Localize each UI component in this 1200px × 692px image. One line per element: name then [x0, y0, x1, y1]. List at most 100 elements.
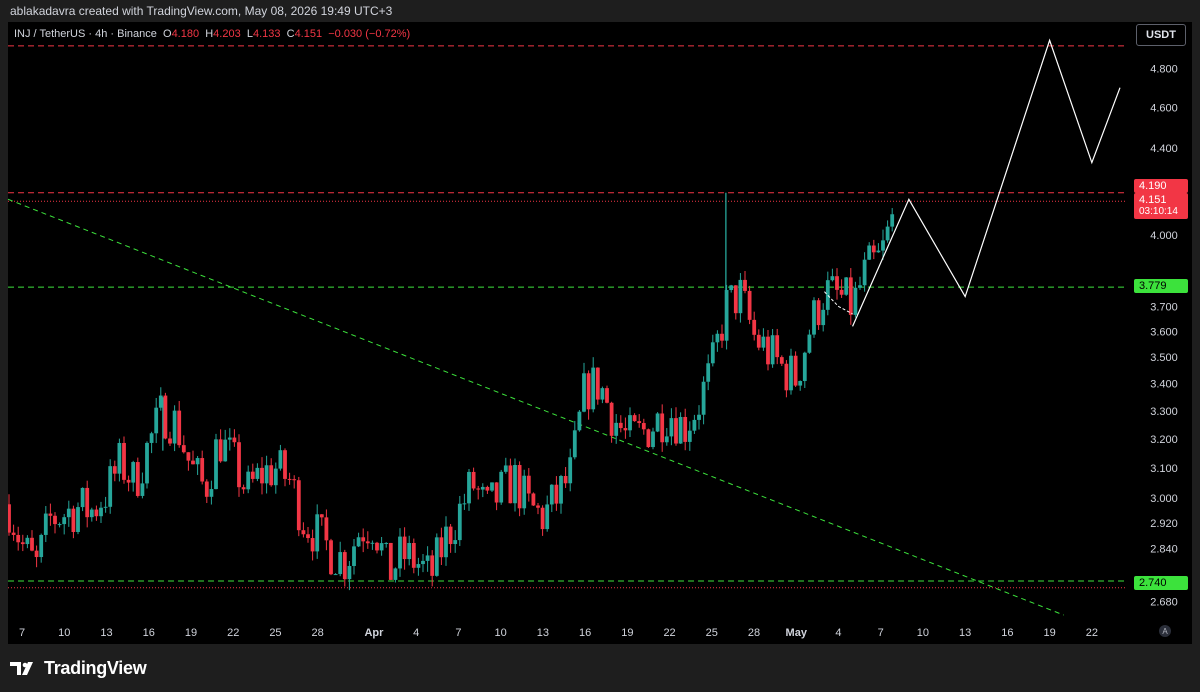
price-axis-label-14: 2.680: [1150, 596, 1178, 608]
candle-body-82: [384, 542, 389, 544]
time-axis-label-6: 25: [269, 627, 281, 639]
candle-body-78: [365, 541, 370, 544]
candle-body-173: [802, 352, 807, 382]
candle-body-85: [398, 536, 402, 569]
candle-body-115: [536, 505, 540, 508]
time-axis-label-15: 22: [663, 627, 675, 639]
candle-body-77: [361, 537, 366, 542]
candle-body-74: [347, 565, 352, 580]
time-axis-label-10: 7: [455, 627, 461, 639]
tradingview-logo-icon: [10, 661, 33, 675]
candle-body-35: [168, 438, 172, 444]
candle-body-34: [163, 395, 168, 439]
price-axis-label-6: 3.500: [1150, 352, 1178, 364]
candle-body-163: [756, 334, 761, 348]
candle-body-29: [140, 483, 145, 496]
candle-body-86: [402, 536, 407, 560]
time-axis-label-24: 19: [1043, 627, 1055, 639]
candle-body-43: [204, 481, 209, 497]
candle-body-182: [844, 277, 849, 295]
candle-body-32: [154, 407, 159, 434]
currency-button[interactable]: USDT: [1136, 24, 1186, 46]
price-axis-label-12: 2.920: [1150, 518, 1178, 530]
price-axis-label-11: 3.000: [1150, 493, 1178, 505]
close-value: 4.151: [294, 28, 323, 40]
candle-body-59: [278, 450, 283, 469]
time-axis-label-12: 13: [537, 627, 549, 639]
candle-body-104: [485, 486, 490, 491]
candle-body-129: [600, 388, 605, 400]
time-axis-label-8: Apr: [364, 627, 384, 639]
high-label: H: [205, 28, 214, 40]
candle-body-159: [738, 279, 743, 314]
candle-body-179: [830, 276, 835, 281]
candle-body-15: [76, 507, 80, 533]
candle-body-186: [862, 259, 867, 286]
candle-body-106: [494, 482, 499, 503]
candle-body-108: [503, 465, 508, 472]
candle-body-175: [812, 300, 816, 335]
candle-body-125: [582, 373, 586, 412]
symbol-legend: INJ / TetherUS · 4h · Binance O4.180 H4.…: [14, 28, 410, 40]
candle-body-22: [108, 466, 113, 507]
price-axis-label-8: 3.300: [1150, 406, 1178, 418]
time-axis-label-25: 22: [1086, 627, 1098, 639]
time-axis-label-7: 28: [312, 627, 324, 639]
candle-body-151: [701, 381, 706, 415]
candle-body-10: [53, 515, 57, 525]
candle-body-164: [761, 336, 766, 348]
price-axis-label-1: 4.600: [1150, 102, 1178, 114]
candle-body-65: [306, 534, 310, 539]
candle-body-14: [71, 508, 76, 533]
candle-body-154: [715, 333, 720, 343]
candle-body-69: [324, 517, 329, 541]
candle-body-84: [393, 568, 398, 580]
candle-body-55: [260, 467, 264, 484]
candle-body-137: [637, 421, 642, 424]
candle-body-21: [103, 506, 108, 508]
candle-body-135: [628, 415, 632, 431]
top-caption-bar: ablakadavra created with TradingView.com…: [0, 0, 1200, 22]
candle-body-12: [62, 517, 67, 525]
chart-area[interactable]: 4.800 4.600 4.400 4.000 3.700 3.600 3.500 3.400…: [8, 22, 1192, 644]
candle-body-18: [89, 509, 94, 518]
candle-body-2: [16, 534, 21, 543]
candle-body-17: [85, 487, 90, 518]
candle-body-24: [117, 442, 122, 474]
candle-body-148: [687, 430, 692, 442]
time-axis-label-16: 25: [706, 627, 718, 639]
time-axis-label-18: May: [786, 627, 808, 639]
time-axis-label-17: 28: [748, 627, 760, 639]
candle-body-89: [416, 564, 421, 568]
candle-body-56: [264, 465, 269, 484]
candle-body-134: [623, 428, 628, 431]
candle-body-130: [605, 388, 609, 403]
candle-body-75: [352, 546, 356, 566]
candle-body-100: [467, 471, 471, 504]
candle-body-136: [632, 415, 637, 422]
candle-body-95: [444, 526, 448, 558]
candle-body-133: [618, 422, 623, 429]
candle-body-5: [30, 537, 34, 551]
candle-body-121: [563, 476, 568, 484]
candle-body-153: [710, 342, 715, 364]
high-value: 4.203: [213, 28, 241, 40]
price-chart[interactable]: 4.800 4.600 4.400 4.000 3.700 3.600 3.500 3.400…: [8, 22, 1192, 644]
candle-body-101: [471, 471, 476, 489]
candle-body-96: [448, 526, 453, 545]
candle-body-149: [692, 419, 697, 431]
candle-body-180: [835, 276, 839, 290]
candle-body-118: [549, 484, 554, 505]
close-label: C: [286, 28, 295, 40]
candle-body-112: [522, 475, 527, 509]
price-axis-label-7: 3.400: [1150, 379, 1178, 391]
candle-body-60: [283, 450, 287, 479]
candle-body-48: [227, 437, 232, 440]
auto-scale-button[interactable]: A: [1159, 625, 1171, 637]
candle-body-188: [871, 245, 876, 253]
candle-body-19: [94, 509, 99, 517]
candle-body-42: [200, 458, 205, 482]
candle-body-142: [660, 413, 665, 443]
tradingview-logo[interactable]: TradingView: [10, 658, 147, 679]
candle-body-58: [273, 468, 278, 486]
